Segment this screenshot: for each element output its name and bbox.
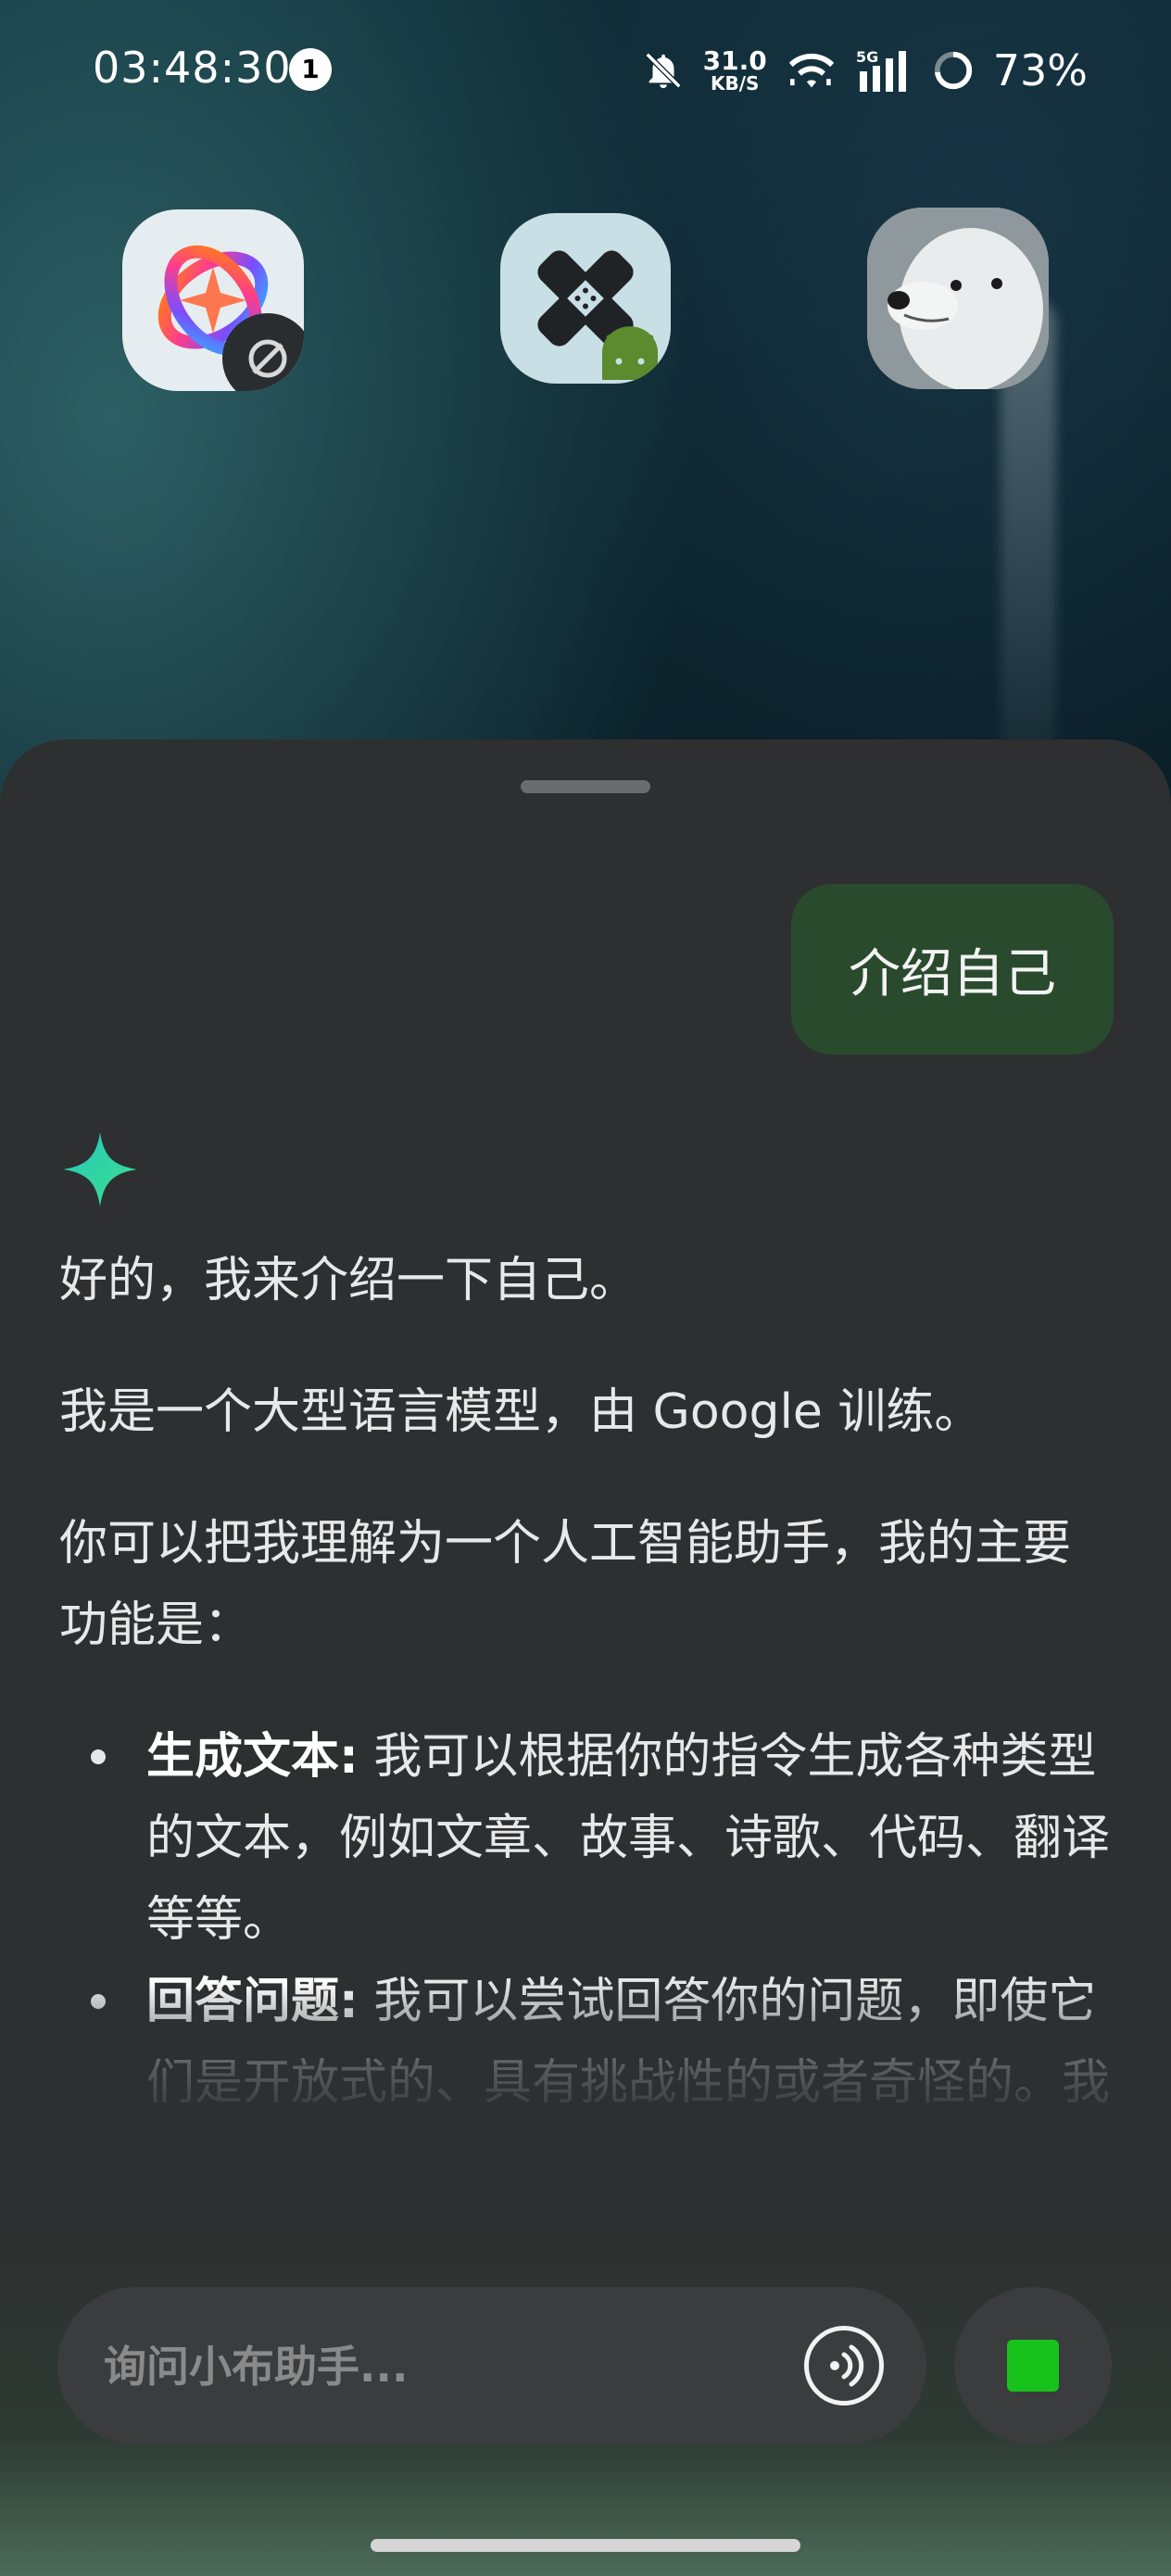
bell-off-icon	[645, 52, 682, 89]
input-pill	[57, 2287, 926, 2446]
app-icon-polar-bear[interactable]	[867, 208, 1049, 389]
bullet-dot	[91, 1749, 106, 1764]
stop-button[interactable]	[954, 2287, 1112, 2444]
list-item: 回答问题: 我可以尝试回答你的问题，即使它们是开放式的、具有挑战性的或者奇怪的。…	[59, 1961, 1115, 2205]
response-bullet-list: 生成文本: 我可以根据你的指令生成各种类型的文本，例如文章、故事、诗歌、代码、翻…	[59, 1716, 1115, 2205]
app-icon-colorful-loop[interactable]	[122, 209, 304, 391]
status-icons: 31.0 KB/S 5G 73%	[642, 43, 1088, 98]
battery-percentage: 73%	[992, 45, 1088, 95]
list-item: 生成文本: 我可以根据你的指令生成各种类型的文本，例如文章、故事、诗歌、代码、翻…	[59, 1716, 1115, 1961]
polar-bear-icon	[867, 208, 1049, 389]
app-icon-bandage[interactable]	[500, 213, 671, 384]
response-intro: 好的，我来介绍一下自己。	[59, 1253, 638, 1308]
input-area	[0, 2224, 1171, 2576]
wifi-icon	[788, 53, 834, 88]
sync-off-icon	[248, 339, 287, 378]
response-identity: 我是一个大型语言模型，由 Google 训练。	[59, 1384, 983, 1440]
notification-count-badge: 1	[289, 48, 332, 91]
user-message-text: 介绍自己	[849, 943, 1056, 1004]
gesture-nav-handle[interactable]	[371, 2539, 800, 2552]
voice-button[interactable]	[804, 2326, 884, 2406]
bullet-title: 生成文本:	[146, 1729, 359, 1785]
assistant-response: 好的，我来介绍一下自己。 我是一个大型语言模型，由 Google 训练。 你可以…	[59, 1240, 1115, 2205]
status-time: 03:48:30	[93, 43, 292, 93]
ask-input[interactable]	[102, 2287, 810, 2446]
user-message-bubble: 介绍自己	[791, 884, 1114, 1054]
assistant-spark-icon	[63, 1132, 137, 1206]
stop-icon	[1007, 2340, 1059, 2392]
app-badge	[222, 313, 304, 391]
network-speed-unit: KB/S	[710, 72, 760, 95]
network-speed-value: 31.0	[702, 45, 767, 76]
bullet-title: 回答问题:	[146, 1974, 359, 2029]
signal-label: 5G	[856, 48, 878, 66]
bullet-dot	[91, 1994, 106, 2009]
status-bar: 03:48:30 1 31.0 KB/S 5G 73%	[0, 0, 1171, 139]
battery-ring-icon	[934, 51, 972, 90]
signal-icon: 5G	[856, 48, 906, 92]
bandage-icon	[537, 250, 658, 380]
voice-wave-icon	[830, 2344, 864, 2387]
network-speed: 31.0 KB/S	[702, 45, 767, 95]
response-functions-intro: 你可以把我理解为一个人工智能助手，我的主要功能是：	[59, 1516, 1072, 1653]
sheet-drag-handle[interactable]	[521, 780, 650, 793]
